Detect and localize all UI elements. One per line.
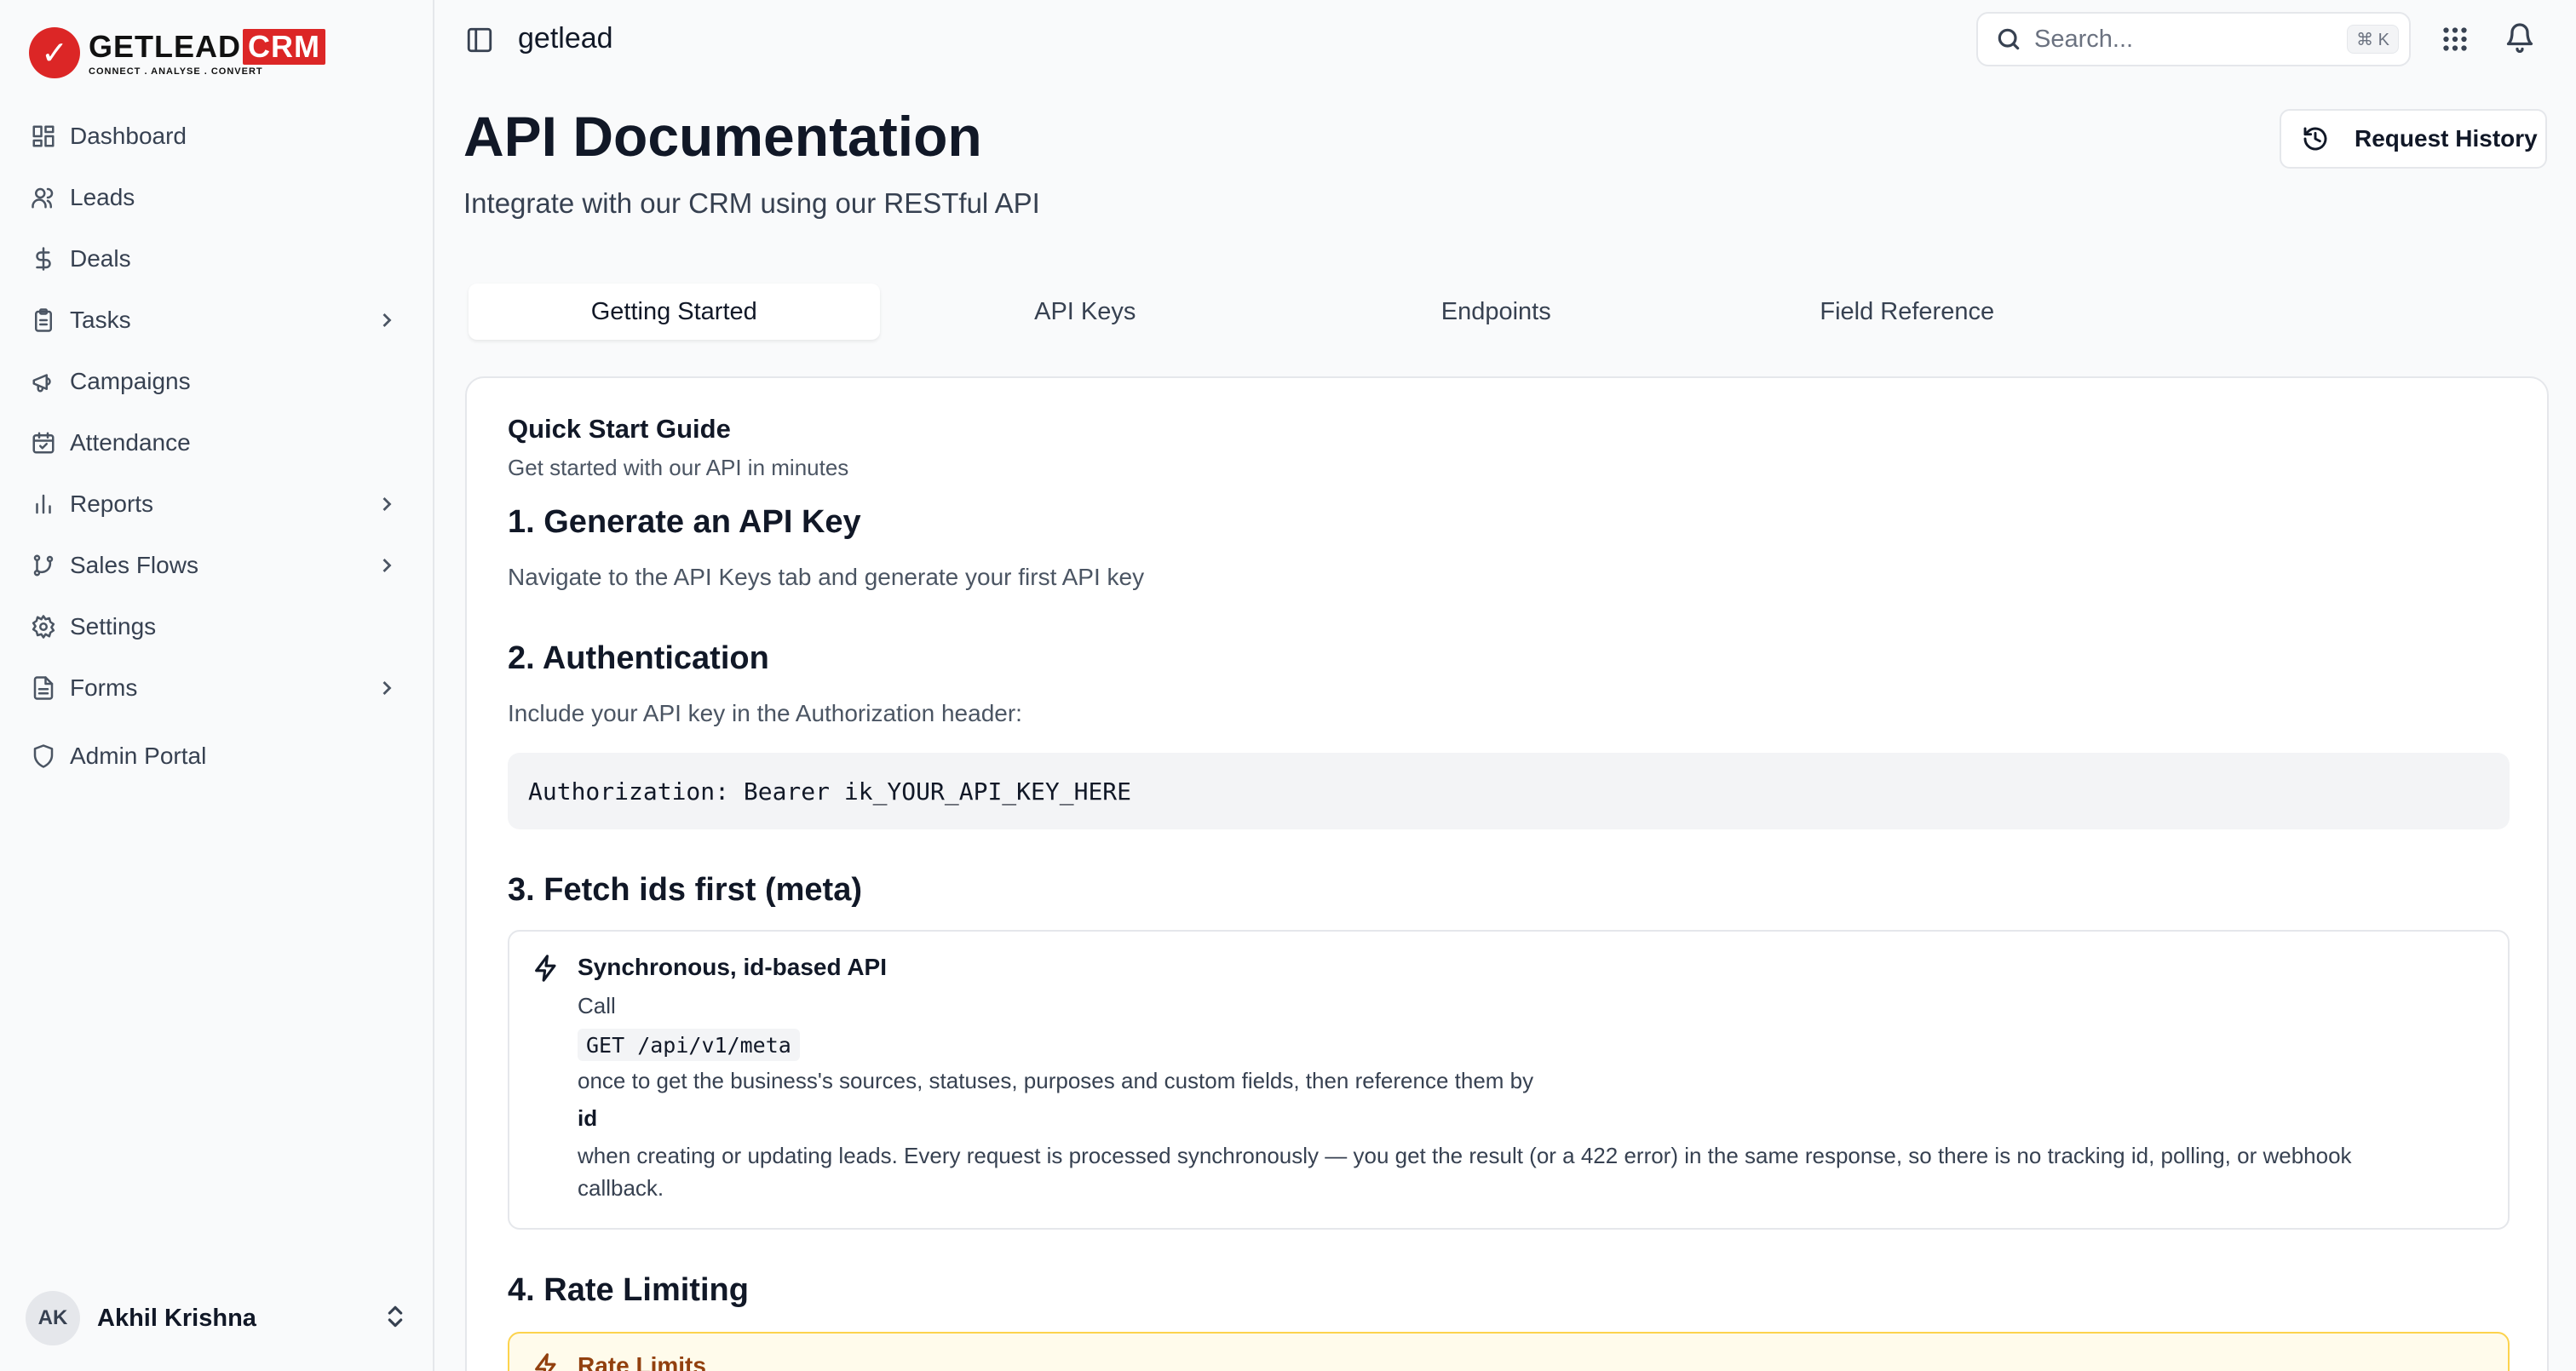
sidebar-item-label: Forms	[70, 674, 138, 701]
chevron-right-icon	[375, 676, 399, 700]
search-shortcut: ⌘ K	[2347, 25, 2399, 54]
zap-icon	[532, 954, 561, 987]
bar-chart-icon	[29, 490, 58, 519]
tab-api-keys[interactable]: API Keys	[880, 284, 1291, 340]
tab-field-reference[interactable]: Field Reference	[1702, 284, 2113, 340]
sidebar-item-leads[interactable]: Leads	[15, 167, 419, 228]
sidebar-item-label: Dashboard	[70, 123, 187, 149]
sidebar-item-forms[interactable]: Forms	[15, 657, 419, 719]
sidebar-item-label: Tasks	[70, 307, 131, 333]
sidebar-item-label: Leads	[70, 184, 135, 210]
brand-tagline: CONNECT . ANALYSE . CONVERT	[89, 66, 263, 77]
rate-limit-title: Rate Limits	[578, 1352, 706, 1371]
users-icon	[29, 183, 58, 212]
history-icon	[2303, 127, 2327, 151]
sidebar-item-label: Reports	[70, 490, 154, 517]
megaphone-icon	[29, 367, 58, 396]
file-text-icon	[29, 674, 58, 703]
sidebar-item-label: Sales Flows	[70, 552, 198, 578]
info-text: callback.	[578, 1175, 664, 1201]
sidebar-item-label: Admin Portal	[70, 743, 207, 769]
chevrons-up-down-icon	[382, 1303, 409, 1334]
tab-list: Getting Started API Keys Endpoints Field…	[463, 278, 2118, 346]
user-name: Akhil Krishna	[97, 1304, 256, 1332]
sync-api-info-box: Synchronous, id-based API Call GET /api/…	[508, 930, 2510, 1230]
sidebar: ✓ GETLEAD CRM CONNECT . ANALYSE . CONVERT…	[0, 0, 434, 1371]
request-history-button[interactable]: Request History	[2280, 109, 2547, 169]
dollar-icon	[29, 244, 58, 273]
info-text: when creating or updating leads. Every r…	[578, 1143, 2352, 1168]
sidebar-item-label: Campaigns	[70, 368, 191, 394]
sidebar-toggle-icon[interactable]	[465, 26, 496, 56]
step-2-heading: 2. Authentication	[508, 640, 769, 676]
tab-getting-started[interactable]: Getting Started	[469, 284, 880, 340]
brand-name: GETLEAD	[89, 29, 242, 64]
search-input[interactable]	[2034, 25, 2324, 54]
sidebar-item-attendance[interactable]: Attendance	[15, 412, 419, 473]
sidebar-item-dashboard[interactable]: Dashboard	[15, 106, 419, 167]
card-subtitle: Get started with our API in minutes	[508, 455, 849, 480]
sidebar-item-sales-flows[interactable]: Sales Flows	[15, 535, 419, 596]
brand-logo[interactable]: ✓ GETLEAD CRM CONNECT . ANALYSE . CONVERT	[29, 26, 325, 80]
layout-grid-icon	[29, 122, 58, 151]
chevron-right-icon	[375, 492, 399, 516]
calendar-check-icon	[29, 428, 58, 457]
clipboard-icon	[29, 306, 58, 335]
inline-code: GET /api/v1/meta	[578, 1029, 800, 1061]
sidebar-item-label: Attendance	[70, 429, 191, 456]
apps-grid-icon[interactable]	[2440, 24, 2474, 58]
sidebar-item-tasks[interactable]: Tasks	[15, 290, 419, 351]
quick-start-card: Quick Start Guide Get started with our A…	[465, 376, 2549, 1371]
search-box[interactable]: ⌘ K	[1976, 12, 2411, 66]
user-menu[interactable]: AK Akhil Krishna	[26, 1286, 409, 1351]
sidebar-item-settings[interactable]: Settings	[15, 596, 419, 657]
search-icon	[1998, 28, 2020, 50]
info-bold-text: id	[578, 1105, 598, 1131]
info-text: once to get the business's sources, stat…	[578, 1068, 1534, 1093]
step-1-text: Navigate to the API Keys tab and generat…	[508, 564, 1145, 590]
avatar: AK	[26, 1291, 80, 1345]
sidebar-item-label: Deals	[70, 245, 131, 272]
sidebar-nav: Dashboard Leads Deals Tasks Campaigns At…	[15, 106, 419, 787]
bell-icon[interactable]	[2504, 22, 2539, 56]
sidebar-item-label: Settings	[70, 613, 157, 640]
brand-badge: CRM	[243, 29, 325, 65]
sidebar-item-reports[interactable]: Reports	[15, 473, 419, 535]
rate-limit-box: Rate Limits	[508, 1332, 2510, 1371]
page-title: API Documentation	[463, 105, 982, 168]
shield-icon	[29, 742, 58, 771]
info-title: Synchronous, id-based API	[578, 954, 888, 980]
info-text: Call	[578, 993, 616, 1018]
gear-icon	[29, 612, 58, 641]
auth-code-block: Authorization: Bearer ik_YOUR_API_KEY_HE…	[508, 753, 2510, 829]
step-2-text: Include your API key in the Authorizatio…	[508, 700, 1022, 726]
step-1-heading: 1. Generate an API Key	[508, 504, 861, 540]
card-title: Quick Start Guide	[508, 414, 731, 444]
workspace-name: getlead	[518, 22, 613, 54]
request-history-label: Request History	[2355, 125, 2538, 152]
git-branch-icon	[29, 551, 58, 580]
tab-endpoints[interactable]: Endpoints	[1291, 284, 1702, 340]
zap-icon	[532, 1352, 561, 1371]
step-4-heading: 4. Rate Limiting	[508, 1272, 749, 1308]
sidebar-item-admin-portal[interactable]: Admin Portal	[15, 726, 419, 787]
page-subtitle: Integrate with our CRM using our RESTful…	[463, 187, 1040, 219]
step-3-heading: 3. Fetch ids first (meta)	[508, 872, 862, 908]
checkmark-logo-icon: ✓	[29, 27, 80, 78]
chevron-right-icon	[375, 554, 399, 577]
sidebar-item-deals[interactable]: Deals	[15, 228, 419, 290]
sidebar-item-campaigns[interactable]: Campaigns	[15, 351, 419, 412]
chevron-right-icon	[375, 308, 399, 332]
top-bar: getlead ⌘ K	[436, 0, 2576, 82]
